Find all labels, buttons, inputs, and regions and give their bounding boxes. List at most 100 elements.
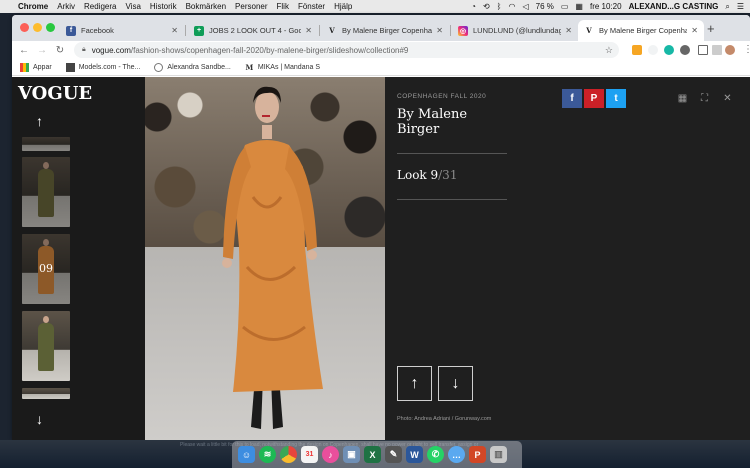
thumbnails-down-arrow-icon[interactable]: ↓ (36, 411, 43, 427)
minimize-window-button[interactable] (33, 23, 42, 32)
tab-facebook[interactable]: f Facebook ✕ (60, 20, 184, 41)
thumbnail-look-7[interactable] (22, 137, 70, 151)
zoom-window-button[interactable] (46, 23, 55, 32)
runway-photo[interactable] (145, 77, 385, 440)
volume-icon[interactable]: ◁ (522, 2, 528, 11)
thumbnail-look-10[interactable] (22, 311, 70, 381)
excel-icon[interactable]: X (364, 446, 381, 463)
bookmark-label: Alexandra Sandbe... (167, 63, 231, 71)
url-path: /fashion-shows/copenhagen-fall-2020/by-m… (130, 45, 409, 55)
chrome-menu-icon[interactable]: ⋮ (742, 44, 750, 55)
browser-window: f Facebook ✕ + JOBS 2 LOOK OUT 4 - Goo ✕… (12, 15, 750, 440)
messages-icon[interactable]: … (448, 446, 465, 463)
close-tab-icon[interactable]: ✕ (305, 26, 312, 35)
runway-view-icon[interactable]: ⛶ (699, 93, 710, 104)
twitter-share-icon: t (614, 93, 618, 104)
status-icon[interactable]: ◔ (471, 2, 476, 11)
twitter-share-button[interactable]: t (606, 89, 626, 108)
extension-sun-icon[interactable] (648, 45, 658, 55)
notification-center-icon[interactable]: ☰ (737, 2, 744, 11)
macos-menubar: Chrome Arkiv Redigera Visa Historik Bokm… (0, 0, 750, 13)
preview-icon[interactable]: ▣ (343, 446, 360, 463)
bookmark-mikas[interactable]: M MIKAs | Mandana S (245, 63, 320, 72)
tab-title: JOBS 2 LOOK OUT 4 - Goo (209, 26, 302, 35)
wifi-icon[interactable]: ◠ (508, 2, 515, 11)
time-machine-icon[interactable]: ⟲ (483, 2, 490, 11)
powerpoint-icon[interactable]: P (469, 446, 486, 463)
look-total: /31 (438, 168, 458, 182)
close-tab-icon[interactable]: ✕ (565, 26, 572, 35)
close-tab-icon[interactable]: ✕ (171, 26, 178, 35)
menu-visa[interactable]: Visa (125, 2, 140, 11)
finder-icon[interactable]: ☺ (238, 446, 255, 463)
tab-jobs-sheet[interactable]: + JOBS 2 LOOK OUT 4 - Goo ✕ (188, 20, 318, 41)
cast-icon[interactable] (698, 45, 708, 55)
bluetooth-icon[interactable]: ᛒ (497, 2, 502, 11)
thumbnail-look-8[interactable] (22, 157, 70, 227)
profile-avatar[interactable] (725, 45, 735, 55)
bbedit-icon[interactable]: ✎ (385, 446, 402, 463)
menu-flik[interactable]: Flik (277, 2, 289, 11)
reload-button[interactable]: ↻ (54, 45, 66, 56)
thumbnail-list[interactable]: 09 (22, 137, 70, 399)
vogue-icon: V (329, 26, 335, 35)
lock-icon[interactable]: 🔒︎ (82, 46, 86, 54)
extension-grey-icon[interactable] (680, 45, 690, 55)
previous-look-button[interactable]: ↑ (397, 366, 432, 401)
spotlight-search-icon[interactable]: ⌕ (725, 2, 729, 12)
vogue-icon: V (586, 26, 592, 35)
tab-vogue-active[interactable]: V By Malene Birger Copenha ✕ (578, 20, 704, 41)
pinterest-share-button[interactable]: P (584, 89, 604, 108)
bookmark-models[interactable]: Models.com - The... (65, 62, 140, 72)
menu-hjalp[interactable]: Hjälp (334, 2, 352, 11)
close-window-button[interactable] (20, 23, 29, 32)
extension-amazon-icon[interactable] (632, 45, 642, 55)
menu-historik[interactable]: Historik (150, 2, 177, 11)
itunes-icon[interactable]: ♪ (322, 446, 339, 463)
thumbnail-look-9-current[interactable]: 09 (22, 234, 70, 304)
bookmark-star-icon[interactable]: ☆ (605, 45, 613, 56)
season-kicker[interactable]: COPENHAGEN FALL 2020 (397, 93, 486, 100)
sheets-icon: + (194, 25, 204, 36)
menu-app-name[interactable]: Chrome (18, 2, 48, 11)
apps-grid-icon (20, 62, 29, 72)
vogue-logo[interactable]: VOGUE (18, 83, 92, 104)
arrow-down-icon: ↓ (451, 374, 460, 392)
battery-percent[interactable]: 76 % (536, 2, 554, 11)
new-tab-button[interactable]: + (707, 21, 715, 36)
menubar-user[interactable]: ALEXAND...G CASTING (629, 2, 719, 11)
bookmark-alexandra[interactable]: Alexandra Sandbe... (154, 62, 231, 72)
close-slideshow-icon[interactable]: ✕ (722, 93, 733, 104)
address-bar[interactable]: 🔒︎ vogue.com/fashion-shows/copenhagen-fa… (74, 42, 619, 58)
menu-fonster[interactable]: Fönster (298, 2, 325, 11)
whatsapp-icon[interactable]: ✆ (427, 446, 444, 463)
menubar-clock[interactable]: fre 10:20 (590, 2, 622, 11)
menu-redigera[interactable]: Redigera (84, 2, 116, 11)
spotify-icon[interactable]: ≋ (259, 446, 276, 463)
facebook-share-button[interactable]: f (562, 89, 582, 108)
bookmark-apps[interactable]: Appar (20, 62, 52, 72)
arrow-up-icon: ↑ (410, 374, 419, 392)
forward-button[interactable]: → (36, 45, 48, 56)
word-icon[interactable]: W (406, 446, 423, 463)
battery-icon[interactable]: ▭ (561, 2, 569, 11)
grid-view-icon[interactable]: ▦ (677, 93, 688, 104)
thumbnail-look-11[interactable] (22, 388, 70, 399)
back-button[interactable]: ← (18, 45, 30, 56)
menu-personer[interactable]: Personer (235, 2, 267, 11)
trash-icon[interactable]: ▥ (490, 446, 507, 463)
tab-instagram[interactable]: ◎ LUNDLUND (@lundlundage ✕ (452, 20, 578, 41)
calendar-icon[interactable]: 31 (301, 446, 318, 463)
thumbnails-up-arrow-icon[interactable]: ↑ (36, 113, 43, 129)
extension-teal-icon[interactable] (664, 45, 674, 55)
chrome-icon[interactable] (280, 446, 297, 463)
close-tab-icon[interactable]: ✕ (691, 26, 698, 35)
menu-bokmarken[interactable]: Bokmärken (186, 2, 226, 11)
menu-arkiv[interactable]: Arkiv (57, 2, 75, 11)
show-title[interactable]: By Malene Birger (397, 107, 507, 137)
flag-icon[interactable]: ▦ (575, 2, 583, 11)
tab-vogue-1[interactable]: V By Malene Birger Copenhag ✕ (321, 20, 449, 41)
next-look-button[interactable]: ↓ (438, 366, 473, 401)
close-tab-icon[interactable]: ✕ (436, 26, 443, 35)
extension-square-icon[interactable] (712, 45, 722, 55)
